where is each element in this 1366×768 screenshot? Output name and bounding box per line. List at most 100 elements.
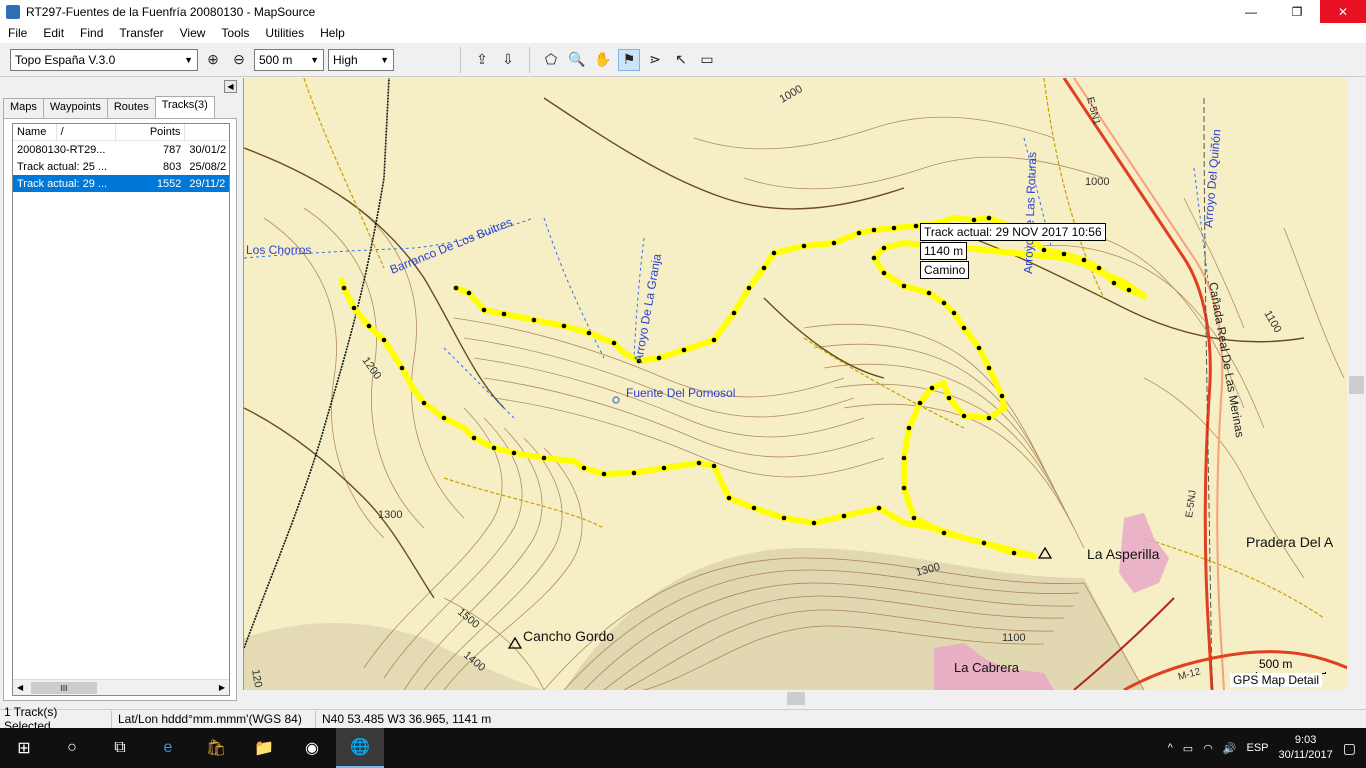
menu-help[interactable]: Help <box>312 26 353 40</box>
minimize-button[interactable]: — <box>1228 0 1274 23</box>
map-product-value: Topo España V.3.0 <box>15 52 116 67</box>
tab-waypoints[interactable]: Waypoints <box>42 98 108 118</box>
table-row[interactable]: Track actual: 25 ... 803 25/08/2 <box>13 158 229 175</box>
show-hidden-icons-icon[interactable]: ^ <box>1168 742 1173 754</box>
menu-file[interactable]: File <box>0 26 35 40</box>
menu-find[interactable]: Find <box>72 26 111 40</box>
tracks-list[interactable]: Name / Points 20080130-RT29... 787 30/01… <box>12 123 230 696</box>
contour-label: 1500 <box>455 606 481 631</box>
column-name[interactable]: Name <box>13 124 57 140</box>
clock[interactable]: 9:03 30/11/2017 <box>1279 733 1333 763</box>
summit-icon <box>507 636 523 649</box>
mapsource-taskbar-icon[interactable]: 🌐 <box>336 728 384 768</box>
map-tool-icon[interactable]: ⬠ <box>540 49 562 71</box>
toolbar: Topo España V.3.0 ▼ ⊕ ⊖ 500 m ▼ High ▼ ⇪ ⇩ … <box>0 43 1366 77</box>
map-label-la-asperilla: La Asperilla <box>1087 546 1160 562</box>
selection-tool-icon[interactable]: ↖ <box>670 49 692 71</box>
zoom-scale-select[interactable]: 500 m ▼ <box>254 48 324 71</box>
taskbar: ⊞ ○ ⧉ e 🛍 📁 ◉ 🌐 ^ ▭ ◠ 🔊 ESP 9:03 30/11/2… <box>0 728 1366 768</box>
map-vertical-scrollbar[interactable] <box>1347 78 1366 690</box>
battery-icon[interactable]: ▭ <box>1183 742 1193 755</box>
track-points: 803 <box>163 160 182 173</box>
map-horizontal-scrollbar[interactable] <box>243 690 1347 707</box>
status-position: N40 53.485 W3 36.965, 1141 m <box>322 712 492 726</box>
map-label-pradera: Pradera Del A <box>1246 534 1334 550</box>
column-date[interactable] <box>185 124 229 140</box>
clock-date: 30/11/2017 <box>1278 749 1333 761</box>
contour-label: 1000 <box>778 83 805 106</box>
table-row[interactable]: Track actual: 29 ... 1552 29/11/2 <box>13 175 229 192</box>
send-to-device-icon[interactable]: ⇩ <box>497 49 519 71</box>
scroll-thumb[interactable]: III <box>31 682 97 694</box>
menu-edit[interactable]: Edit <box>35 26 72 40</box>
track-points <box>341 215 1132 556</box>
scroll-thumb[interactable] <box>1349 376 1364 394</box>
volume-icon[interactable]: 🔊 <box>1223 742 1237 755</box>
notifications-icon[interactable]: ▢ <box>1343 740 1356 757</box>
maximize-button[interactable]: ❐ <box>1274 0 1320 23</box>
map-label-fuente: Fuente Del Pornosol <box>626 386 735 400</box>
windows-start-icon[interactable]: ⊞ <box>0 728 48 768</box>
system-tray: ^ ▭ ◠ 🔊 ESP 9:03 30/11/2017 ▢ <box>1168 733 1366 763</box>
measure-tool-icon[interactable]: ▭ <box>696 49 718 71</box>
tracks-pane: Name / Points 20080130-RT29... 787 30/01… <box>3 118 237 701</box>
menu-transfer[interactable]: Transfer <box>111 26 171 40</box>
map-label-arroyo-granja: Arroyo De La Granja <box>631 252 664 363</box>
contour-label: 1100 <box>1002 632 1026 644</box>
map-view[interactable]: Los Chorros Barranco De Los Buitres Arro… <box>243 78 1347 690</box>
zoom-in-icon[interactable]: ⊕ <box>202 49 224 71</box>
zoom-tool-icon[interactable]: 🔍 <box>566 49 588 71</box>
clock-time: 9:03 <box>1294 734 1317 746</box>
detail-select[interactable]: High ▼ <box>328 48 394 71</box>
tracks-list-scrollbar[interactable]: ◀ III ▶ <box>13 679 229 695</box>
task-view-icon[interactable]: ⧉ <box>96 728 144 768</box>
store-icon[interactable]: 🛍 <box>192 728 240 768</box>
menu-utilities[interactable]: Utilities <box>257 26 312 40</box>
scroll-right-icon[interactable]: ▶ <box>219 683 225 692</box>
tab-routes[interactable]: Routes <box>106 98 156 118</box>
input-language[interactable]: ESP <box>1247 742 1269 754</box>
edge-browser-icon[interactable]: e <box>144 728 192 768</box>
track-name: Track actual: 25 ... <box>17 160 108 173</box>
track-name: Track actual: 29 ... <box>17 177 108 190</box>
map-product-select[interactable]: Topo España V.3.0 ▼ <box>10 48 198 71</box>
collapse-panel-icon[interactable]: ◀ <box>224 80 237 93</box>
contour-label: 1000 <box>1085 176 1109 188</box>
track-points: 787 <box>163 143 182 156</box>
tracks-list-header: Name / Points <box>13 124 229 141</box>
chrome-icon[interactable]: ◉ <box>288 728 336 768</box>
map-label-m12: M-12 <box>1177 666 1202 683</box>
receive-from-device-icon[interactable]: ⇪ <box>471 49 493 71</box>
hand-tool-icon[interactable]: ✋ <box>592 49 614 71</box>
summit-icon <box>1037 546 1053 559</box>
map-label-los-chorros: Los Chorros <box>246 243 311 257</box>
tab-tracks[interactable]: Tracks(3) <box>154 96 215 118</box>
scroll-thumb[interactable] <box>787 692 805 705</box>
track-name: 20080130-RT29... <box>17 143 106 156</box>
track-tooltip-type: Camino <box>920 261 970 279</box>
column-points[interactable]: Points <box>116 124 186 140</box>
map-detail-label: GPS Map Detail <box>1230 673 1323 687</box>
network-icon[interactable]: ◠ <box>1203 742 1213 755</box>
spring-icon <box>612 396 620 404</box>
toolbar-separator <box>529 46 530 73</box>
chevron-down-icon: ▼ <box>310 54 319 65</box>
tab-maps[interactable]: Maps <box>3 98 44 118</box>
scroll-left-icon[interactable]: ◀ <box>17 683 23 692</box>
chevron-down-icon: ▼ <box>380 54 389 65</box>
status-coordinate-format: Lat/Lon hddd°mm.mmm'(WGS 84) <box>112 710 316 728</box>
zoom-out-icon[interactable]: ⊖ <box>228 49 250 71</box>
track-date: 29/11/2 <box>189 177 226 190</box>
column-sort-indicator[interactable]: / <box>57 124 117 140</box>
menu-view[interactable]: View <box>172 26 214 40</box>
menu-tools[interactable]: Tools <box>213 26 257 40</box>
close-button[interactable]: ✕ <box>1320 0 1366 23</box>
table-row[interactable]: 20080130-RT29... 787 30/01/2 <box>13 141 229 158</box>
search-icon[interactable]: ○ <box>48 728 96 768</box>
scale-label: 500 m <box>1259 657 1293 671</box>
hill-shade <box>564 548 1144 690</box>
route-tool-icon[interactable]: ⋗ <box>644 49 666 71</box>
waypoint-tool-icon[interactable]: ⚑ <box>618 48 640 71</box>
file-explorer-icon[interactable]: 📁 <box>240 728 288 768</box>
status-selection: 1 Track(s) Selected <box>0 705 112 733</box>
